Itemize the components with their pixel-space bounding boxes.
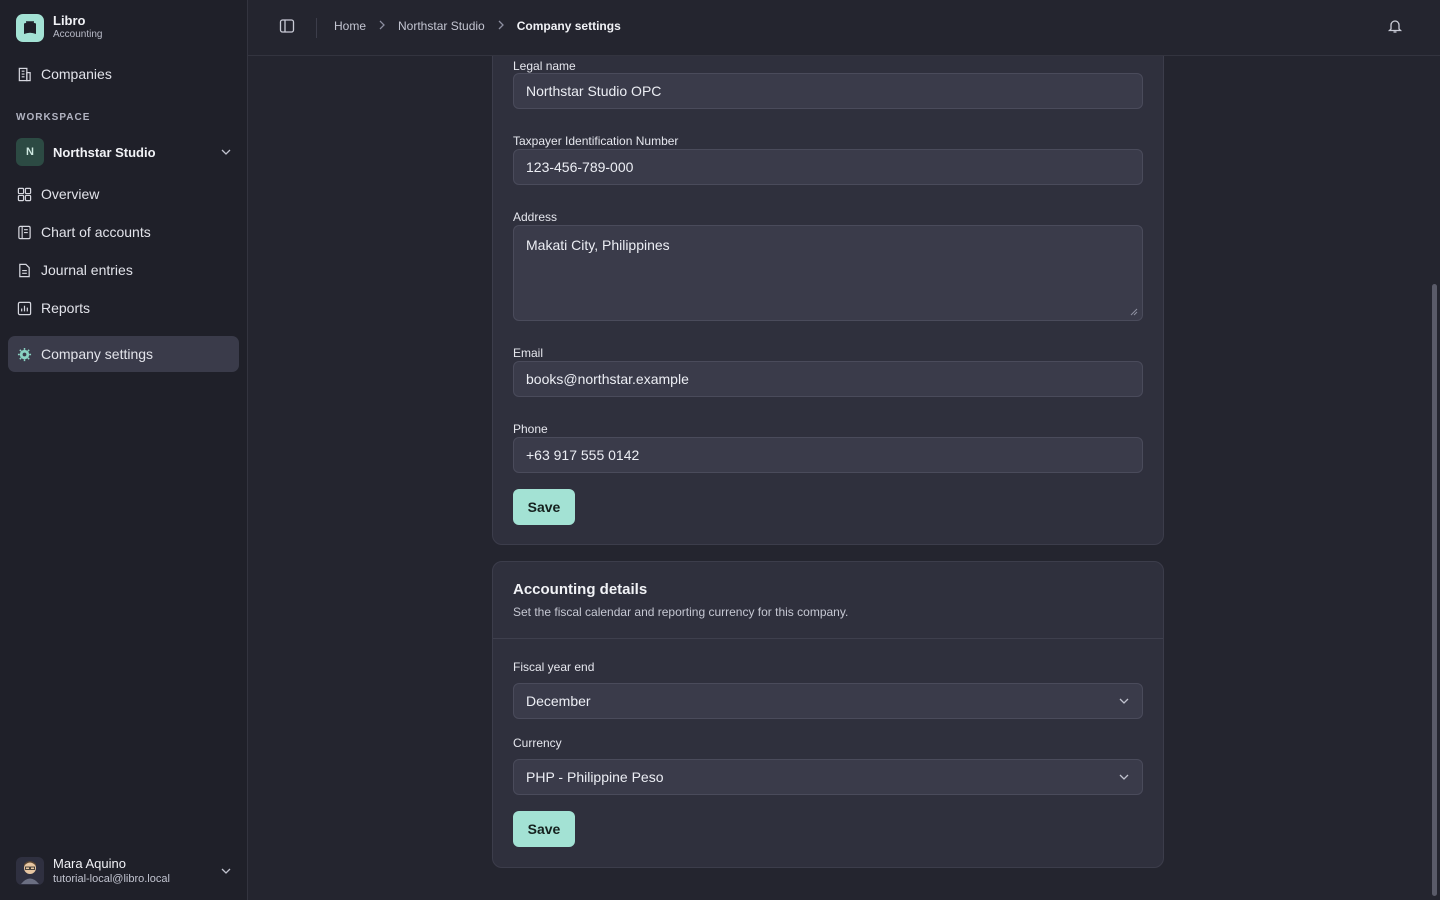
avatar (16, 857, 44, 885)
sidebar-toggle-icon (279, 19, 295, 33)
address-value: Makati City, Philippines (526, 237, 670, 253)
fiscal-year-end-label: Fiscal year end (513, 660, 595, 674)
fiscal-year-end-select[interactable]: December (513, 683, 1143, 719)
ledger-icon (18, 225, 31, 239)
book-logo-icon (16, 13, 44, 42)
currency-value: PHP - Philippine Peso (526, 769, 664, 785)
sidebar-item-overview[interactable]: Overview (8, 176, 239, 212)
accounting-details-card: Accounting details Set the fiscal calend… (492, 561, 1164, 868)
save-button[interactable]: Save (513, 811, 575, 847)
chevron-down-icon (221, 868, 231, 874)
user-email: tutorial-local@libro.local (53, 873, 170, 885)
sidebar-item-label: Chart of accounts (41, 224, 151, 240)
user-menu[interactable]: Mara Aquino tutorial-local@libro.local (16, 853, 232, 889)
app-name: Libro (53, 13, 86, 28)
breadcrumb-current: Company settings (516, 19, 621, 33)
breadcrumb: Home Northstar Studio Company settings (334, 19, 621, 33)
section-label: WORKSPACE (16, 112, 91, 123)
card-description: Set the fiscal calendar and reporting cu… (513, 605, 849, 619)
sidebar-item-chart-of-accounts[interactable]: Chart of accounts (8, 214, 239, 250)
bar-chart-icon (17, 301, 32, 315)
user-name: Mara Aquino (53, 856, 126, 871)
chevron-down-icon (221, 149, 231, 155)
topbar: Home Northstar Studio Company settings (248, 0, 1440, 56)
sidebar-item-label: Reports (41, 300, 91, 316)
sidebar-item-company-settings[interactable]: Company settings (8, 336, 239, 372)
chevron-right-icon (497, 19, 505, 33)
workspace-switcher[interactable]: N Northstar Studio (16, 138, 232, 166)
chevron-right-icon (378, 19, 386, 33)
phone-field[interactable]: +63 917 555 0142 (513, 437, 1143, 473)
building-icon (18, 67, 31, 81)
sidebar-item-label: Journal entries (41, 262, 133, 278)
workspace-avatar: N (16, 138, 44, 166)
main-content: Legal name Northstar Studio OPC Taxpayer… (248, 56, 1430, 900)
tin-input[interactable]: 123-456-789-000 (513, 149, 1143, 185)
chevron-down-icon (1119, 774, 1129, 780)
grid-icon (17, 187, 32, 201)
sidebar: Libro Accounting Companies WORKSPACE N N… (0, 0, 248, 900)
scrollbar-thumb[interactable] (1432, 284, 1437, 896)
email-field[interactable]: books@northstar.example (513, 361, 1143, 397)
divider (493, 638, 1163, 639)
company-profile-card: Legal name Northstar Studio OPC Taxpayer… (492, 56, 1164, 545)
sidebar-item-reports[interactable]: Reports (8, 290, 239, 326)
file-text-icon (19, 263, 30, 277)
gear-icon (17, 347, 32, 361)
sidebar-item-label: Overview (41, 186, 100, 202)
sidebar-toggle-button[interactable] (279, 18, 297, 36)
save-button[interactable]: Save (513, 489, 575, 525)
breadcrumb-home[interactable]: Home (334, 19, 366, 33)
sidebar-item-companies[interactable]: Companies (8, 56, 239, 92)
currency-select[interactable]: PHP - Philippine Peso (513, 759, 1143, 795)
divider (316, 18, 317, 38)
email-label: Email (513, 346, 544, 360)
currency-label: Currency (513, 736, 562, 750)
sidebar-item-journal-entries[interactable]: Journal entries (8, 252, 239, 288)
sidebar-item-label: Company settings (41, 346, 154, 362)
legal-name-label: Legal name (513, 59, 576, 73)
resize-grip-icon[interactable] (1130, 308, 1138, 316)
phone-label: Phone (513, 422, 548, 436)
breadcrumb-company[interactable]: Northstar Studio (398, 19, 485, 33)
workspace-name: Northstar Studio (53, 144, 156, 160)
bell-icon (1387, 20, 1403, 33)
fiscal-year-end-value: December (526, 693, 591, 709)
address-label: Address (513, 210, 558, 224)
brand[interactable]: Libro Accounting (16, 13, 102, 42)
address-textarea[interactable]: Makati City, Philippines (513, 225, 1143, 321)
card-title: Accounting details (513, 581, 648, 598)
sidebar-item-label: Companies (41, 66, 112, 82)
app-subtitle: Accounting (53, 29, 103, 40)
notifications-button[interactable] (1387, 18, 1405, 36)
chevron-down-icon (1119, 698, 1129, 704)
tin-label: Taxpayer Identification Number (513, 134, 679, 148)
legal-name-input[interactable]: Northstar Studio OPC (513, 73, 1143, 109)
